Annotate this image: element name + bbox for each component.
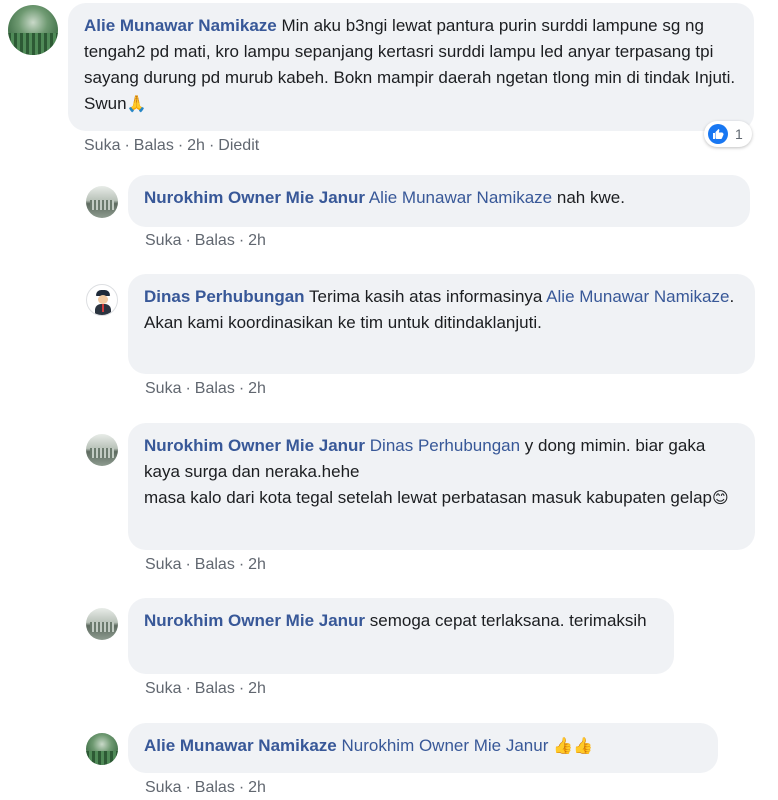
comment-actions: Suka · Balas · 2h: [145, 779, 266, 796]
mention-link[interactable]: Alie Munawar Namikaze: [546, 287, 729, 306]
timestamp[interactable]: 2h: [248, 556, 266, 573]
avatar[interactable]: [8, 5, 58, 55]
comment-bubble: Nurokhim Owner Mie Janur Dinas Perhubung…: [128, 423, 755, 550]
comment-text: nah kwe.: [556, 188, 625, 207]
comment-text: Terima kasih atas informasinya: [309, 287, 543, 306]
reply-button[interactable]: Balas: [195, 232, 235, 249]
edited-label[interactable]: Diedit: [218, 137, 259, 154]
like-button[interactable]: Suka: [145, 232, 181, 249]
comment-actions: Suka · Balas · 2h: [145, 380, 266, 397]
comment-bubble: Alie Munawar Namikaze Nurokhim Owner Mie…: [128, 723, 718, 773]
like-button[interactable]: Suka: [145, 779, 181, 796]
comment-author[interactable]: Alie Munawar Namikaze: [84, 16, 277, 35]
comment-actions: Suka · Balas · 2h: [145, 232, 266, 249]
comment-text: masa kalo dari kota tegal setelah lewat …: [144, 488, 712, 507]
like-reaction-icon: [708, 124, 728, 144]
comment-author[interactable]: Dinas Perhubungan: [144, 287, 305, 306]
like-button[interactable]: Suka: [145, 380, 181, 397]
timestamp[interactable]: 2h: [248, 779, 266, 796]
mention-link[interactable]: Alie Munawar Namikaze: [369, 188, 552, 207]
reply-button[interactable]: Balas: [195, 779, 235, 796]
timestamp[interactable]: 2h: [248, 380, 266, 397]
comment-author[interactable]: Nurokhim Owner Mie Janur: [144, 611, 365, 630]
comment-author[interactable]: Alie Munawar Namikaze: [144, 736, 337, 755]
comment-bubble: Nurokhim Owner Mie Janur semoga cepat te…: [128, 598, 674, 674]
reply-button[interactable]: Balas: [195, 680, 235, 697]
smile-emoji-icon: 😊: [711, 488, 729, 507]
timestamp[interactable]: 2h: [187, 137, 205, 154]
like-button[interactable]: Suka: [145, 556, 181, 573]
like-button[interactable]: Suka: [145, 680, 181, 697]
avatar[interactable]: [86, 733, 118, 765]
reaction-summary[interactable]: 1: [704, 121, 752, 147]
mention-link[interactable]: Dinas Perhubungan: [370, 436, 520, 455]
comment-author[interactable]: Nurokhim Owner Mie Janur: [144, 436, 365, 455]
avatar[interactable]: [86, 434, 118, 466]
comment-text: semoga cepat terlaksana. terimaksih: [369, 611, 647, 630]
avatar[interactable]: [86, 284, 118, 316]
mention-link[interactable]: Nurokhim Owner Mie Janur: [341, 736, 548, 755]
like-button[interactable]: Suka: [84, 137, 120, 154]
comment-author[interactable]: Nurokhim Owner Mie Janur: [144, 188, 365, 207]
pray-emoji-icon: 🙏: [126, 94, 147, 113]
reply-button[interactable]: Balas: [195, 380, 235, 397]
comment-bubble: Alie Munawar Namikaze Min aku b3ngi lewa…: [68, 3, 754, 131]
comment-actions: Suka · Balas · 2h · Diedit: [84, 137, 260, 154]
avatar[interactable]: [86, 186, 118, 218]
comment-actions: Suka · Balas · 2h: [145, 556, 266, 573]
avatar[interactable]: [86, 608, 118, 640]
reply-button[interactable]: Balas: [195, 556, 235, 573]
timestamp[interactable]: 2h: [248, 232, 266, 249]
reply-button[interactable]: Balas: [134, 137, 174, 154]
comment-bubble: Nurokhim Owner Mie Janur Alie Munawar Na…: [128, 175, 750, 227]
comment-actions: Suka · Balas · 2h: [145, 680, 266, 697]
comment-bubble: Dinas Perhubungan Terima kasih atas info…: [128, 274, 755, 374]
timestamp[interactable]: 2h: [248, 680, 266, 697]
thumbs-up-emoji-icon: 👍👍: [553, 736, 593, 755]
reaction-count: 1: [735, 126, 743, 142]
